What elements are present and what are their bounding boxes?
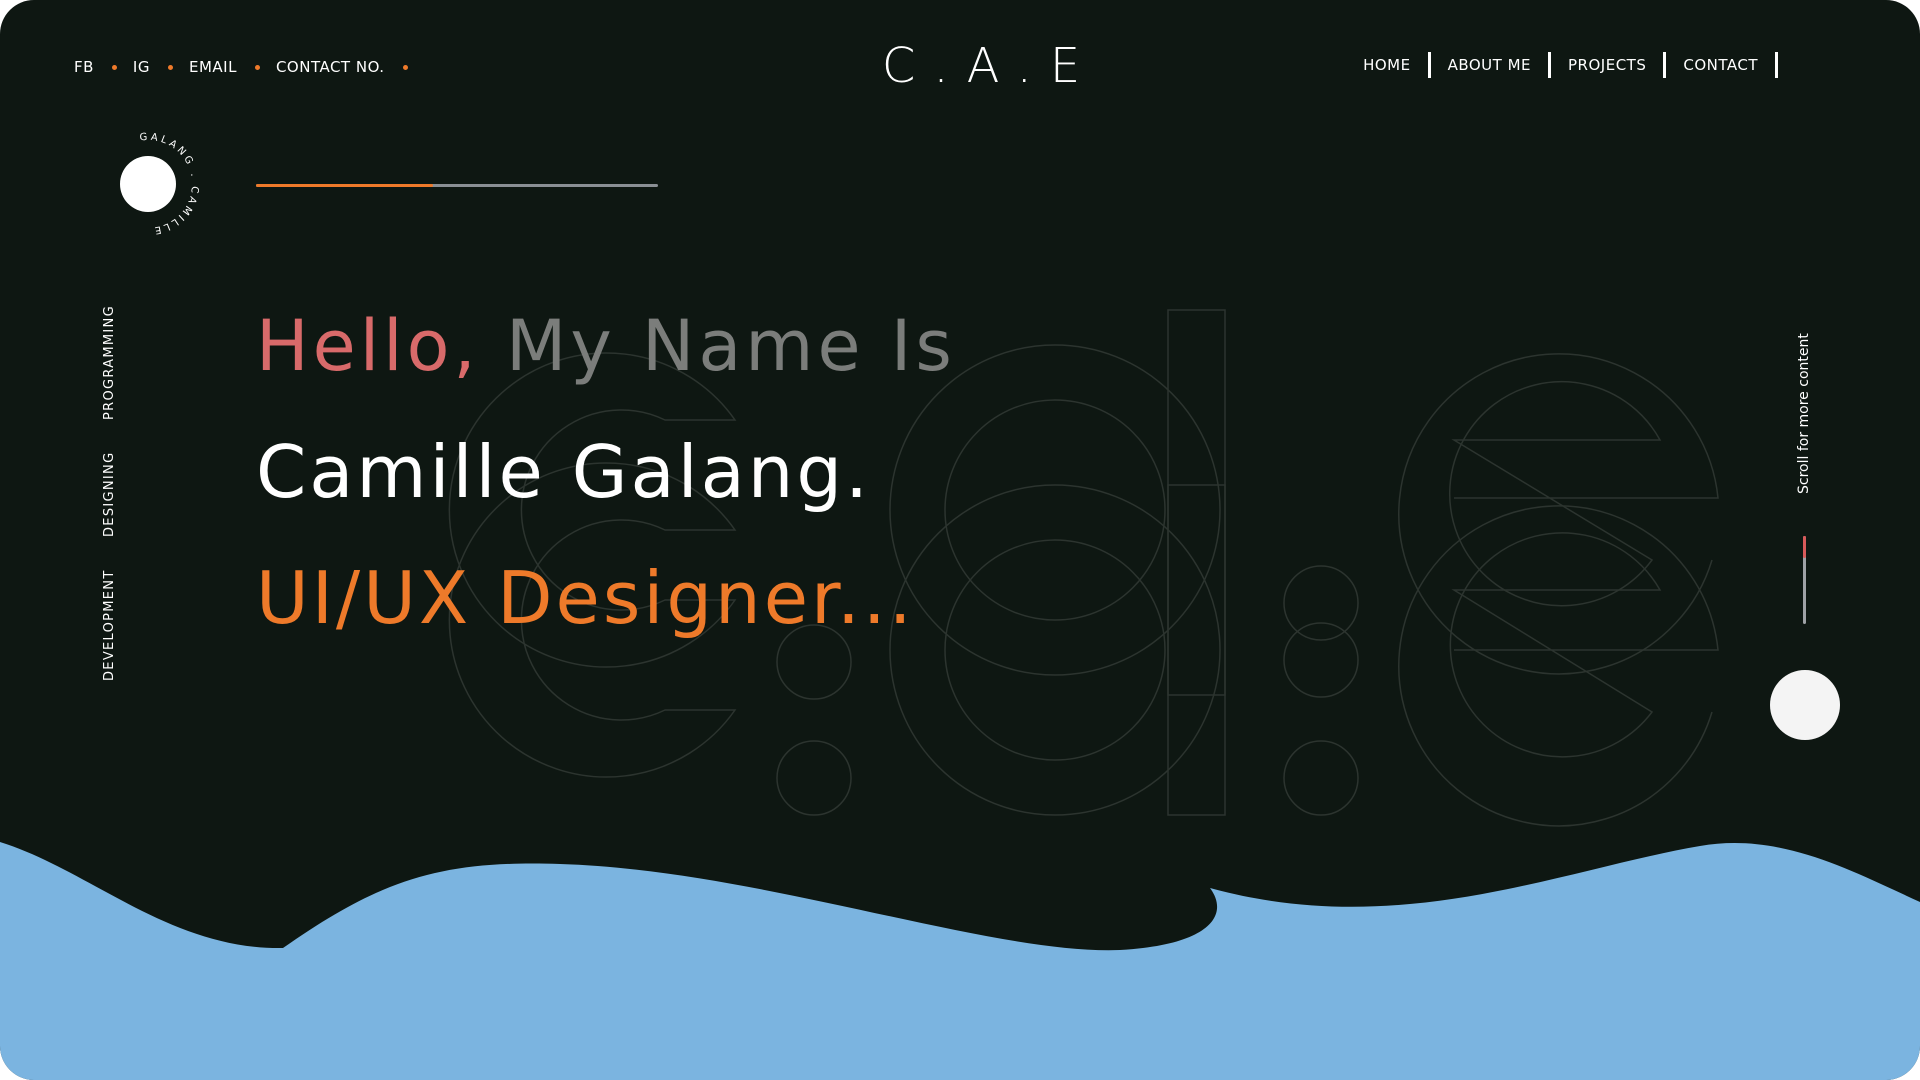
- side-link-programming[interactable]: PROGRAMMING: [102, 305, 117, 420]
- hero-name: Camille Galang.: [256, 430, 871, 514]
- social-link-ig[interactable]: IG: [133, 58, 150, 76]
- hero-greeting-hello: Hello,: [256, 305, 480, 387]
- hero-greeting-name-is: My Name Is: [479, 305, 956, 387]
- social-link-fb[interactable]: FB: [74, 58, 94, 76]
- hero-greeting: Hello, My Name Is: [256, 305, 956, 387]
- scroll-track[interactable]: [1803, 536, 1806, 624]
- side-link-designing[interactable]: DESIGNING: [102, 452, 117, 537]
- main-nav: HOME ABOUT ME PROJECTS CONTACT: [1363, 52, 1795, 78]
- side-link-development[interactable]: DEVELOPMENT: [102, 569, 117, 681]
- blue-wave-shape: [0, 842, 1920, 1080]
- nav-divider: [1775, 52, 1778, 78]
- scroll-down-button[interactable]: [1770, 670, 1840, 740]
- nav-divider: [1663, 52, 1667, 78]
- orange-dot-separator: [402, 64, 408, 70]
- nav-divider: [1427, 52, 1431, 78]
- name-badge-logo[interactable]: GALANG . CAMILLE: [96, 132, 200, 236]
- site-logo[interactable]: C.A.E: [880, 38, 1100, 94]
- nav-about-me[interactable]: ABOUT ME: [1448, 56, 1531, 74]
- social-link-contact-no[interactable]: CONTACT NO.: [276, 58, 385, 76]
- intro-progress-bar: [256, 184, 658, 187]
- hero-role: UI/UX Designer...: [256, 556, 915, 640]
- nav-divider: [1548, 52, 1552, 78]
- hero-section: FB IG EMAIL CONTACT NO. C.A.E HOME ABOUT…: [0, 0, 1920, 1080]
- nav-home[interactable]: HOME: [1363, 56, 1411, 74]
- intro-progress-fill: [256, 184, 433, 187]
- nav-projects[interactable]: PROJECTS: [1568, 56, 1646, 74]
- orange-dot-separator: [111, 64, 117, 70]
- orange-dot-separator: [254, 64, 260, 70]
- scroll-hint-label: Scroll for more content: [1796, 333, 1812, 494]
- nav-contact[interactable]: CONTACT: [1683, 56, 1758, 74]
- scroll-thumb[interactable]: [1803, 536, 1806, 558]
- badge-center-circle: [120, 156, 176, 212]
- social-links: FB IG EMAIL CONTACT NO.: [74, 58, 424, 76]
- social-link-email[interactable]: EMAIL: [189, 58, 237, 76]
- orange-dot-separator: [167, 64, 173, 70]
